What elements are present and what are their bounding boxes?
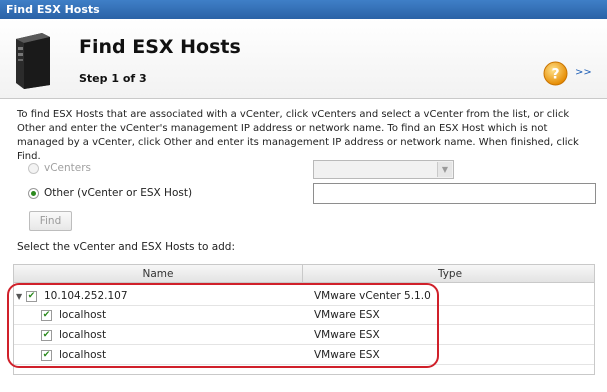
- row-type: VMware ESX: [314, 329, 380, 341]
- row-type: VMware ESX: [314, 309, 380, 321]
- table-header: Name Type: [14, 265, 594, 283]
- vcenters-label: vCenters: [44, 162, 92, 174]
- row-checkbox[interactable]: ✔: [26, 291, 37, 302]
- help-icon[interactable]: ?: [543, 61, 568, 86]
- table-row[interactable]: ✔ localhost VMware ESX: [14, 306, 594, 325]
- host-address-input[interactable]: [313, 183, 596, 204]
- wizard-header: Find ESX Hosts Step 1 of 3 ? >>: [0, 19, 607, 99]
- step-indicator: Step 1 of 3: [79, 72, 147, 85]
- vcenters-option[interactable]: vCenters: [28, 162, 91, 174]
- vcenter-select[interactable]: ▼: [313, 160, 454, 179]
- row-checkbox[interactable]: ✔: [41, 350, 52, 361]
- svg-text:?: ?: [551, 67, 559, 83]
- instructions-text: To find ESX Hosts that are associated wi…: [17, 109, 579, 162]
- page-title: Find ESX Hosts: [79, 36, 241, 58]
- table-row[interactable]: ▼ ✔ 10.104.252.107 VMware vCenter 5.1.0: [14, 287, 594, 306]
- window-title: Find ESX Hosts: [6, 3, 100, 16]
- hosts-table: Name Type ▼ ✔ 10.104.252.107 VMware vCen…: [13, 264, 595, 375]
- row-name: 10.104.252.107: [44, 290, 128, 302]
- vcenters-radio[interactable]: [28, 162, 39, 174]
- server-tower-icon: [16, 33, 50, 89]
- column-header-name[interactable]: Name: [14, 265, 303, 283]
- row-name: localhost: [59, 309, 107, 321]
- find-button[interactable]: Find: [29, 211, 72, 231]
- row-type: VMware ESX: [314, 349, 380, 361]
- table-row[interactable]: ✔ localhost VMware ESX: [14, 326, 594, 345]
- row-checkbox[interactable]: ✔: [41, 310, 52, 321]
- row-name: localhost: [59, 329, 107, 341]
- row-name: localhost: [59, 349, 107, 361]
- expand-collapse-icon[interactable]: ▼: [16, 287, 22, 306]
- other-radio[interactable]: [28, 187, 39, 199]
- window-title-bar: Find ESX Hosts: [0, 0, 607, 19]
- other-option[interactable]: Other (vCenter or ESX Host): [28, 187, 192, 199]
- grid-caption: Select the vCenter and ESX Hosts to add:: [17, 241, 236, 253]
- chevron-down-icon[interactable]: ▼: [437, 162, 452, 177]
- next-step-link[interactable]: >>: [575, 67, 592, 78]
- row-type: VMware vCenter 5.1.0: [314, 290, 431, 302]
- other-label: Other (vCenter or ESX Host): [44, 187, 193, 199]
- table-row[interactable]: ✔ localhost VMware ESX: [14, 346, 594, 365]
- column-header-type[interactable]: Type: [304, 265, 596, 283]
- row-checkbox[interactable]: ✔: [41, 330, 52, 341]
